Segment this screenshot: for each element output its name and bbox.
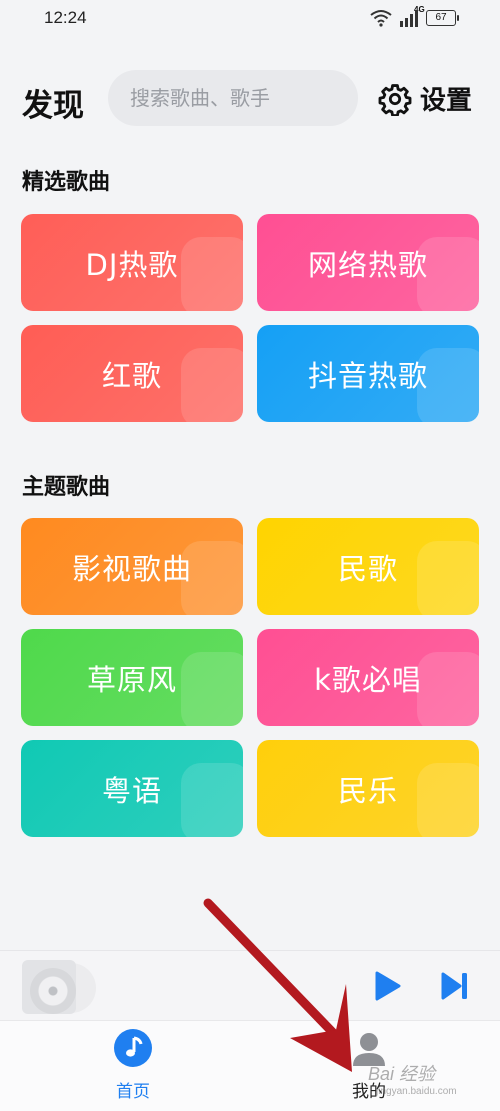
status-icons: 4G 67 [370, 5, 459, 27]
tile-karaoke-must-sing[interactable]: k歌必唱 [257, 629, 479, 726]
tile-douyin-hits[interactable]: 抖音热歌 [257, 325, 479, 422]
page-title: 发现 [22, 88, 84, 124]
watermark: Bai 经验 jingyan.baidu.com [368, 1060, 457, 1097]
cell-signal: 4G [398, 5, 425, 27]
mini-player[interactable] [0, 950, 500, 1020]
skip-next-icon[interactable] [438, 969, 472, 1003]
tile-decoration [181, 763, 243, 837]
tile-folk-songs[interactable]: 民歌 [257, 518, 479, 615]
search-box[interactable] [108, 70, 358, 126]
tile-label: 影视歌曲 [71, 551, 192, 586]
watermark-url: jingyan.baidu.com [376, 1086, 457, 1097]
header: 发现 设置 [0, 68, 500, 128]
play-icon[interactable] [370, 969, 404, 1003]
tile-label: 粤语 [101, 773, 162, 808]
nav-home[interactable]: 首页 [93, 1029, 173, 1102]
tile-decoration [181, 348, 243, 422]
tile-label: 民歌 [337, 551, 398, 586]
settings-button[interactable]: 设置 [378, 80, 472, 117]
tile-label: 抖音热歌 [307, 358, 428, 393]
tile-decoration [417, 763, 479, 837]
tile-grassland-style[interactable]: 草原风 [21, 629, 243, 726]
tile-label: k歌必唱 [314, 662, 422, 697]
watermark-text: Bai 经验 [368, 1064, 436, 1084]
tile-decoration [417, 652, 479, 726]
album-art[interactable] [22, 960, 76, 1014]
tile-folk-music[interactable]: 民乐 [257, 740, 479, 837]
settings-label: 设置 [420, 86, 473, 116]
gear-icon [378, 83, 412, 116]
wifi-icon [370, 10, 392, 27]
status-bar: 12:24 4G 67 [0, 0, 500, 40]
tile-decoration [181, 652, 243, 726]
tile-label: 草原风 [86, 662, 177, 697]
section-title-featured: 精选歌曲 [22, 170, 111, 195]
tile-label: 民乐 [337, 773, 398, 808]
tile-label: 网络热歌 [307, 247, 428, 282]
battery-indicator: 67 [426, 10, 459, 26]
tile-label: 红歌 [101, 358, 162, 393]
status-time: 12:24 [44, 8, 87, 27]
tile-label: DJ热歌 [85, 247, 179, 282]
section-title-themes: 主题歌曲 [22, 475, 111, 500]
tile-internet-hits[interactable]: 网络热歌 [257, 214, 479, 311]
tile-cantonese[interactable]: 粤语 [21, 740, 243, 837]
tile-dj-hits[interactable]: DJ热歌 [21, 214, 243, 311]
tile-film-tv-songs[interactable]: 影视歌曲 [21, 518, 243, 615]
music-note-icon [114, 1029, 152, 1067]
disc-icon [30, 968, 76, 1014]
search-input[interactable] [108, 70, 358, 126]
tile-decoration [417, 541, 479, 615]
nav-home-label: 首页 [116, 1082, 150, 1102]
tile-red-songs[interactable]: 红歌 [21, 325, 243, 422]
signal-icon [400, 10, 418, 27]
tile-decoration [181, 237, 243, 311]
